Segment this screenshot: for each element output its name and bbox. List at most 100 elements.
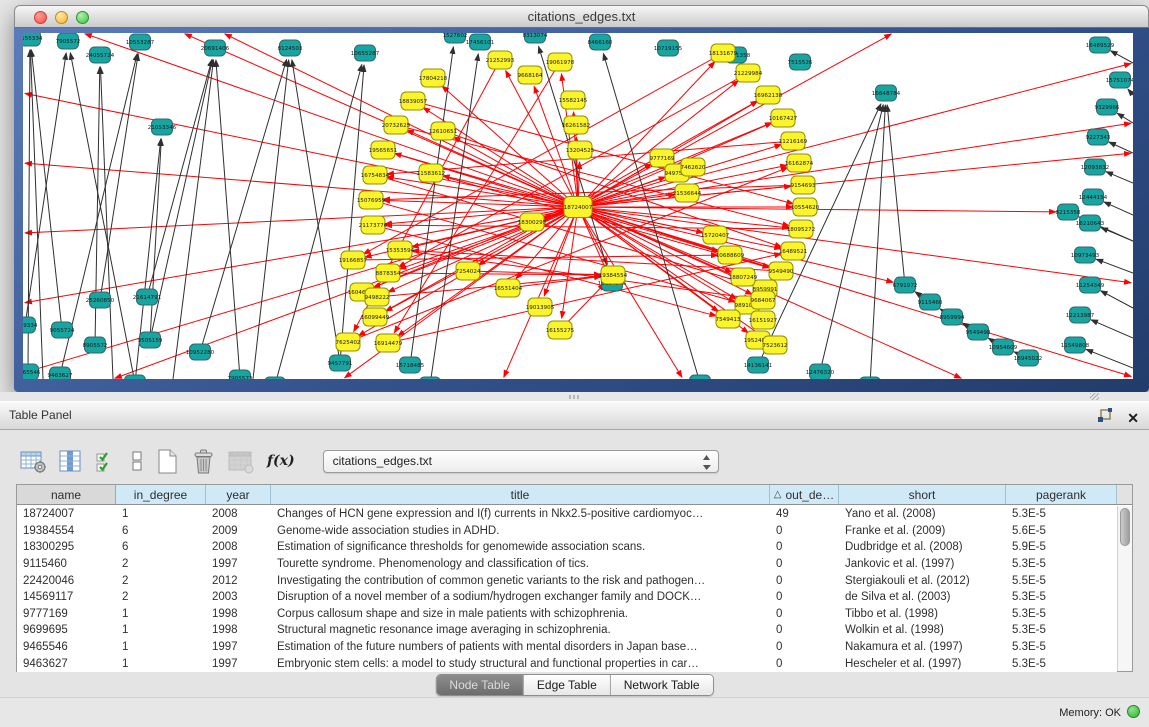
delete-icon[interactable] — [191, 448, 216, 475]
graph-node[interactable] — [265, 377, 286, 379]
table-cell: 0 — [770, 575, 839, 587]
table-toolbar: f(x) citations_edges.txt — [20, 445, 719, 477]
table-cell: 5.3E-5 — [1006, 558, 1117, 570]
splitter-grip-icon[interactable] — [569, 395, 581, 399]
citation-edge-black[interactable] — [173, 60, 213, 379]
citation-edge-red[interactable] — [25, 207, 578, 233]
citation-edge-red[interactable] — [578, 207, 1131, 283]
citation-edge-black[interactable] — [150, 139, 161, 340]
citation-edge-red[interactable] — [443, 176, 578, 207]
graph-node-label: 11254349 — [1076, 283, 1105, 289]
citation-edge-black[interactable] — [1101, 228, 1133, 241]
column-header-short[interactable]: short — [839, 485, 1006, 504]
graph-node[interactable] — [860, 377, 881, 379]
citation-edge-black[interactable] — [1104, 202, 1133, 215]
select-rows-icon[interactable] — [95, 449, 118, 474]
graph-node-label: 11549808 — [1061, 343, 1090, 349]
citation-edge-black[interactable] — [1111, 51, 1133, 63]
citation-edge-black[interactable] — [1101, 291, 1133, 308]
citation-edge-black[interactable] — [870, 105, 885, 379]
panel-splitter[interactable] — [0, 392, 1149, 401]
citation-edge-black[interactable] — [100, 67, 113, 379]
table-cell: 14569117 — [17, 591, 116, 603]
table-row[interactable]: 911546021997Tourette syndrome. Phenomeno… — [17, 556, 1117, 573]
table-row[interactable]: 1872400712008Changes of HCN gene express… — [17, 506, 1117, 523]
table-cell: Wolkin et al. (1998) — [839, 624, 1006, 636]
table-settings-icon[interactable] — [20, 449, 47, 474]
graph-node-label: 25260850 — [86, 298, 115, 304]
table-cell: 1998 — [206, 624, 271, 636]
citation-edge-black[interactable] — [1109, 142, 1133, 153]
citation-edge-black[interactable] — [25, 53, 66, 325]
graph-node-label: 18724007 — [564, 205, 593, 211]
column-header-year[interactable]: year — [206, 485, 271, 504]
citation-edge-red[interactable] — [383, 185, 803, 200]
memory-ok-icon[interactable] — [1127, 705, 1140, 718]
citation-edge-black[interactable] — [1106, 172, 1133, 183]
citation-edge-black[interactable] — [100, 54, 138, 300]
citation-edge-black[interactable] — [1096, 259, 1133, 273]
function-builder-icon[interactable]: f(x) — [267, 453, 295, 469]
window-titlebar[interactable]: citations_edges.txt — [14, 5, 1149, 28]
citation-edge-red[interactable] — [578, 207, 1131, 376]
resize-grip-icon[interactable] — [1090, 393, 1099, 400]
citation-edge-black[interactable] — [1128, 89, 1133, 95]
table-row[interactable]: 1456911722003Disruption of a novel membe… — [17, 589, 1117, 606]
tab-network-table[interactable]: Network Table — [611, 675, 713, 695]
citation-edge-black[interactable] — [253, 60, 289, 379]
table-row[interactable]: 1830029562008Estimation of significance … — [17, 539, 1117, 556]
graph-node-label: 16155275 — [546, 328, 575, 334]
citation-edge-red[interactable] — [377, 276, 601, 297]
graph-node-label: 10954609 — [989, 345, 1018, 351]
column-header-name[interactable]: name — [17, 485, 116, 504]
citation-edge-black[interactable] — [820, 105, 883, 372]
table-selector-dropdown[interactable]: citations_edges.txt — [323, 450, 719, 473]
graph-node-label: 7625402 — [336, 340, 361, 346]
table-row[interactable]: 2242004622012Investigating the contribut… — [17, 572, 1117, 589]
zoom-window-button[interactable] — [76, 11, 89, 24]
table-cell: Stergiakouli et al. (2012) — [839, 575, 1006, 587]
citation-edge-black[interactable] — [216, 60, 240, 378]
citation-edge-red[interactable] — [578, 64, 1131, 207]
float-panel-icon[interactable] — [1097, 408, 1113, 427]
graph-node-label: 16754834 — [361, 173, 390, 179]
vertical-scrollbar[interactable] — [1117, 506, 1132, 671]
close-window-button[interactable] — [34, 11, 47, 24]
graph-node-label: 8215358 — [1056, 210, 1081, 216]
graph-node-label: 8878354 — [376, 271, 401, 277]
graph-node[interactable] — [690, 375, 711, 379]
column-header-title[interactable]: title — [271, 485, 770, 504]
table-row[interactable]: 1938455462009Genome-wide association stu… — [17, 523, 1117, 540]
scrollbar-thumb[interactable] — [1120, 508, 1130, 546]
window-title: citations_edges.txt — [15, 6, 1148, 28]
table-row[interactable]: 969969511998Structural magnetic resonanc… — [17, 622, 1117, 639]
row-height-icon[interactable] — [130, 449, 144, 474]
citation-edge-black[interactable] — [887, 105, 905, 285]
table-cell: 2 — [116, 591, 206, 603]
table-column-icon[interactable] — [59, 449, 83, 474]
graph-node[interactable] — [125, 375, 146, 379]
new-document-icon[interactable] — [156, 448, 179, 475]
column-header-in-degree[interactable]: in_degree — [116, 485, 206, 504]
column-header-out-degree[interactable]: △out_de… — [770, 485, 839, 504]
citation-edge-black[interactable] — [200, 60, 287, 352]
tab-node-table[interactable]: Node Table — [436, 675, 524, 695]
close-panel-icon[interactable]: ✕ — [1127, 411, 1139, 425]
citation-edge-black[interactable] — [1091, 320, 1133, 338]
table-row[interactable]: 977716911998Corpus callosum shape and si… — [17, 606, 1117, 623]
tab-edge-table[interactable]: Edge Table — [524, 675, 611, 695]
citation-edge-black[interactable] — [292, 60, 340, 363]
table-row[interactable]: 946362711997Embryonic stem cells: a mode… — [17, 655, 1117, 672]
graph-node-label: 18839057 — [399, 99, 428, 105]
table-cell: Franke et al. (2009) — [839, 525, 1006, 537]
network-canvas[interactable]: 9155334790557224055724105532872069140681… — [23, 33, 1133, 379]
minimize-window-button[interactable] — [55, 11, 68, 24]
table-row[interactable]: 946554611997Estimation of the future num… — [17, 639, 1117, 656]
graph-node[interactable] — [420, 377, 441, 379]
citation-edge-black[interactable] — [275, 65, 362, 379]
citation-edge-red[interactable] — [385, 225, 801, 229]
graph-node-label: 13204525 — [566, 148, 595, 154]
column-header-pagerank[interactable]: pagerank — [1006, 485, 1117, 504]
citation-edge-black[interactable] — [1117, 113, 1133, 123]
citation-edge-red[interactable] — [578, 207, 682, 377]
